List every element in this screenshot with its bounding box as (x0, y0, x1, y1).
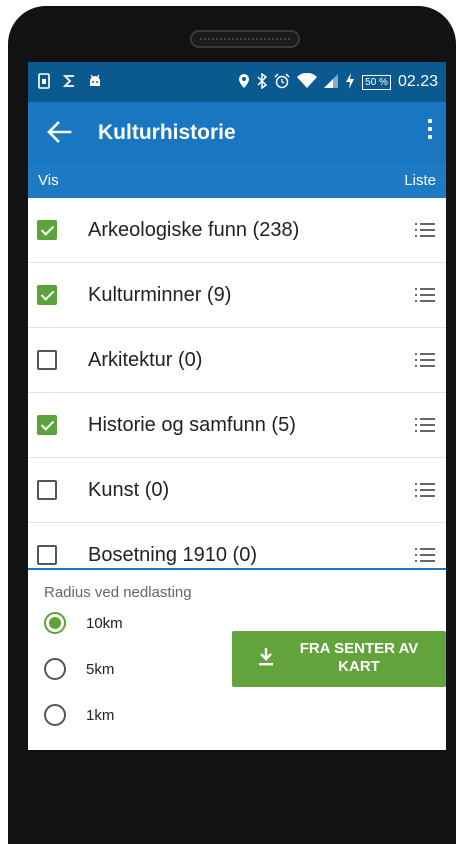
layer-label: Kulturminner (9) (88, 284, 232, 306)
radius-option-1km[interactable]: 1km (44, 700, 114, 730)
download-from-map-center-button[interactable]: FRA SENTER AV KART (232, 631, 446, 687)
list-view-icon[interactable] (415, 222, 435, 238)
speaker-grille (190, 30, 300, 48)
list-view-icon[interactable] (415, 482, 435, 498)
location-icon (238, 73, 250, 92)
layer-label: Bosetning 1910 (0) (88, 544, 258, 566)
sim-icon (38, 72, 50, 92)
app-bar: Kulturhistorie (28, 102, 446, 164)
layer-checkbox[interactable] (37, 415, 57, 435)
status-time: 02.23 (397, 73, 438, 90)
list-view-icon[interactable] (415, 547, 435, 563)
radio-label: 10km (86, 614, 123, 632)
layer-label: Arkitektur (0) (88, 349, 203, 371)
download-panel: Radius ved nedlasting 10km 5km 1km FRA S… (28, 570, 446, 750)
alarm-icon (274, 72, 290, 92)
radius-option-5km[interactable]: 5km (44, 654, 114, 684)
charging-icon (345, 72, 355, 92)
list-view-icon[interactable] (415, 417, 435, 433)
bluetooth-icon (257, 72, 268, 92)
phone-frame: 50 % 02.23 Kulturhistorie Vis Liste Arke… (8, 6, 456, 844)
layer-row[interactable]: Arkeologiske funn (238) (28, 198, 446, 263)
layer-checkbox[interactable] (37, 545, 57, 565)
radius-option-10km[interactable]: 10km (44, 608, 123, 638)
layer-label: Arkeologiske funn (238) (88, 219, 300, 241)
layer-row[interactable]: Historie og samfunn (5) (28, 393, 446, 458)
signal-icon (324, 73, 339, 91)
radio-label: 5km (86, 660, 115, 678)
overflow-menu-icon[interactable] (426, 119, 434, 145)
layer-row[interactable]: Bosetning 1910 (0) (28, 523, 446, 568)
layer-checkbox[interactable] (37, 285, 57, 305)
radio-button[interactable] (44, 658, 66, 680)
status-bar: 50 % 02.23 (28, 62, 446, 102)
show-column-label: Vis (38, 172, 59, 189)
layer-row[interactable]: Kunst (0) (28, 458, 446, 523)
list-view-icon[interactable] (415, 352, 435, 368)
radius-label: Radius ved nedlasting (44, 584, 192, 601)
layer-label: Kunst (0) (88, 479, 170, 501)
layer-row[interactable]: Arkitektur (0) (28, 328, 446, 393)
layer-label: Historie og samfunn (5) (88, 414, 296, 436)
download-button-label: FRA SENTER AV KART (299, 640, 419, 675)
list-view-icon[interactable] (415, 287, 435, 303)
layer-list: Arkeologiske funn (238) Kulturminner (9) A… (28, 198, 446, 568)
s-icon (62, 73, 76, 92)
page-title: Kulturhistorie (98, 121, 236, 144)
list-column-label: Liste (404, 172, 436, 189)
layer-checkbox[interactable] (37, 350, 57, 370)
radio-label: 1km (86, 706, 115, 724)
list-header: Vis Liste (28, 164, 446, 198)
layer-checkbox[interactable] (37, 220, 57, 240)
radio-button[interactable] (44, 612, 66, 634)
back-arrow-icon[interactable] (42, 114, 78, 150)
layer-checkbox[interactable] (37, 480, 57, 500)
android-icon (88, 74, 102, 91)
screen: 50 % 02.23 Kulturhistorie Vis Liste Arke… (28, 62, 446, 750)
download-icon (258, 647, 274, 667)
layer-row[interactable]: Kulturminner (9) (28, 263, 446, 328)
wifi-icon (297, 72, 318, 92)
radio-button[interactable] (44, 704, 66, 726)
battery-indicator: 50 % (362, 74, 391, 90)
